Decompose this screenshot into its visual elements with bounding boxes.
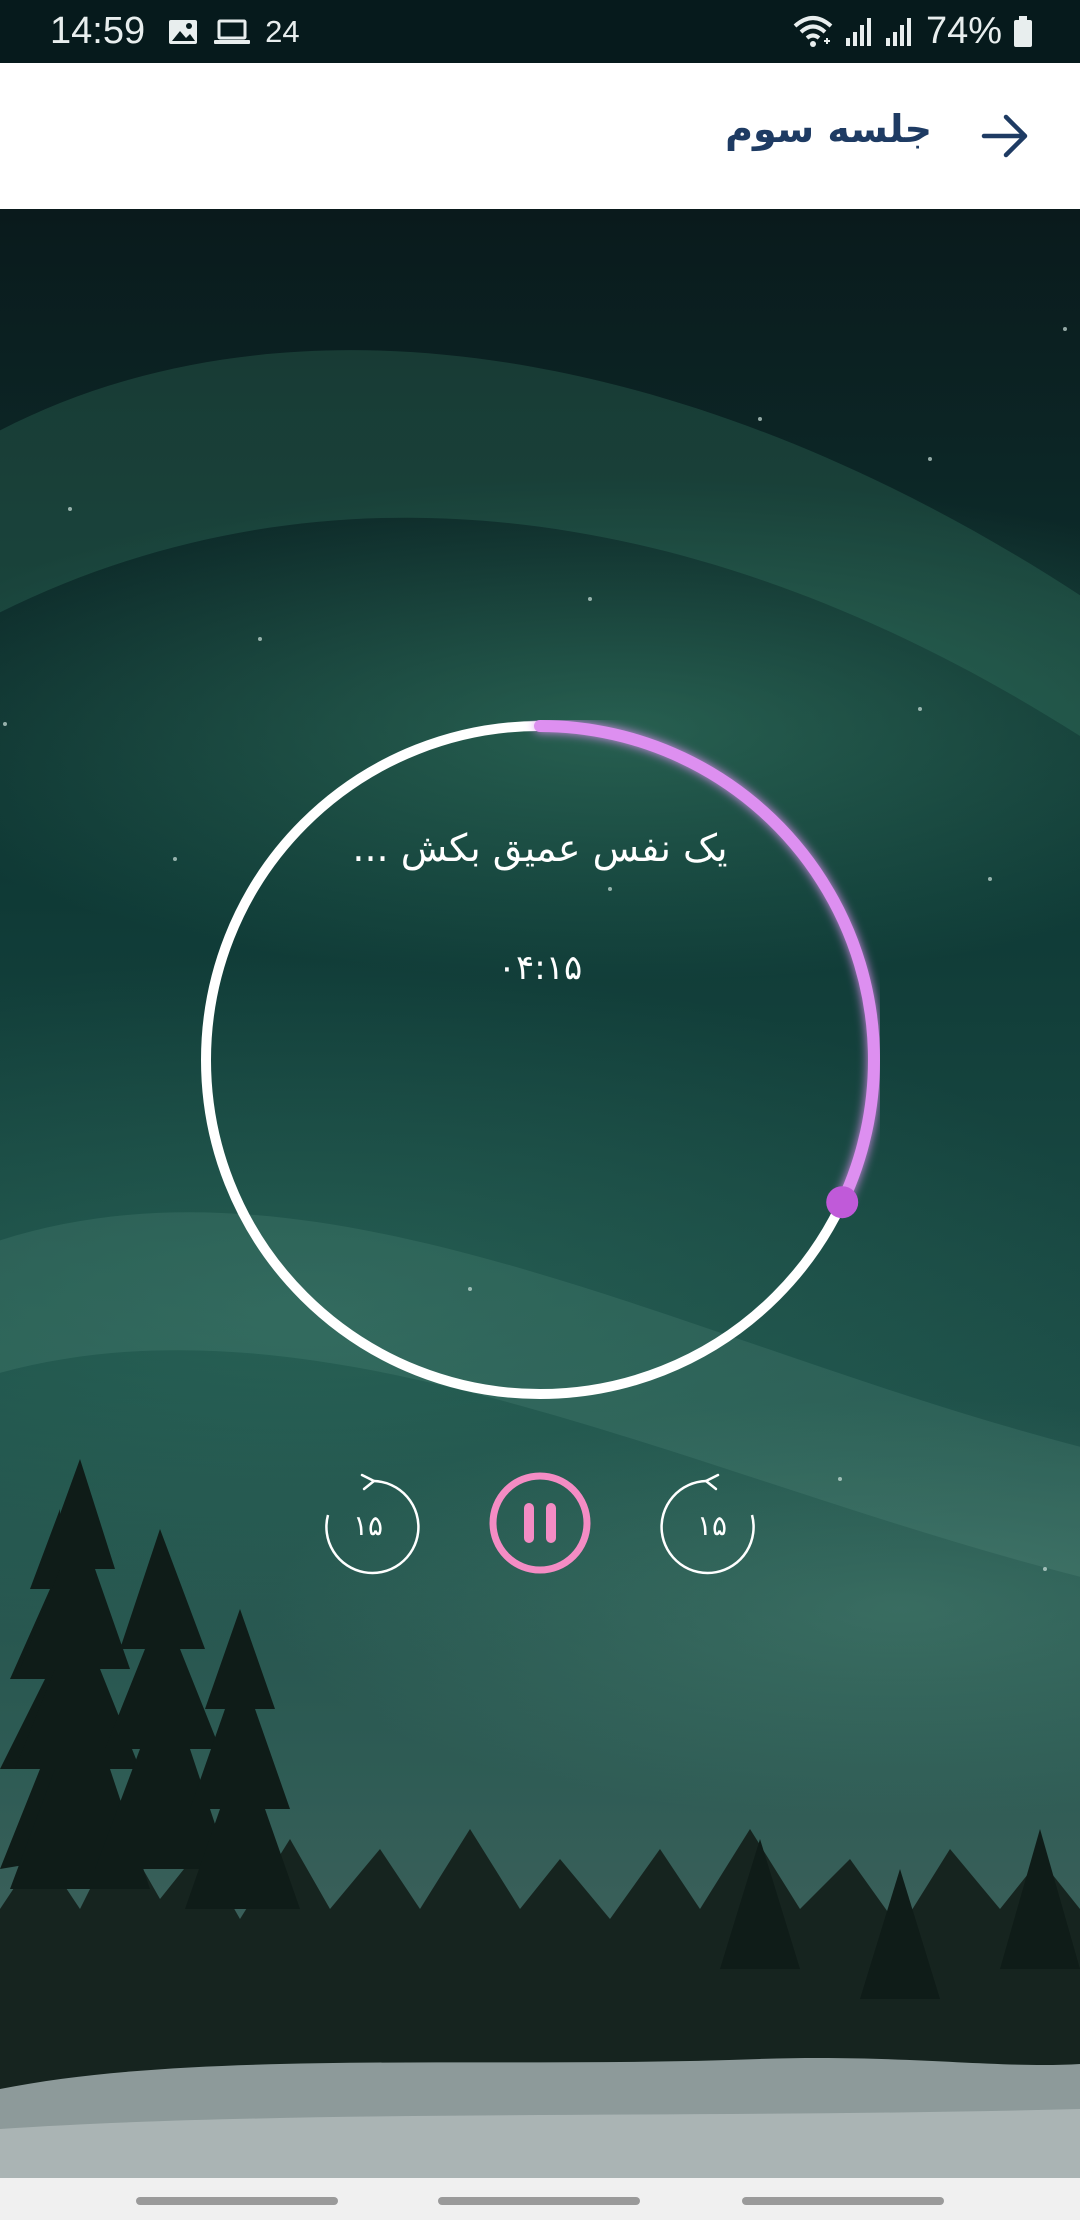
battery-icon — [1012, 15, 1034, 49]
pause-icon — [489, 1472, 591, 1574]
status-bar: 14:59 24 74% — [0, 0, 1080, 63]
laptop-icon — [213, 17, 251, 47]
system-nav-bar — [0, 2178, 1080, 2220]
session-progress-ring[interactable] — [200, 720, 880, 1400]
remaining-timer: ۰۴:۱۵ — [497, 948, 583, 988]
status-left: 14:59 24 — [50, 10, 300, 53]
progress-knob — [826, 1186, 859, 1219]
rewind-15-button[interactable]: ۱۵ — [316, 1473, 420, 1577]
notification-count: 24 — [265, 13, 300, 49]
rewind-label: ۱۵ — [352, 1508, 384, 1542]
signal-icon — [884, 16, 914, 48]
app-header: جلسه سوم — [0, 63, 1080, 209]
wifi-icon — [792, 14, 834, 50]
status-right: 74% — [782, 10, 1034, 53]
breath-instruction: یک نفس عمیق بکش ... — [352, 826, 728, 870]
nav-back-button[interactable] — [742, 2197, 944, 2205]
forward-label: ۱۵ — [696, 1508, 728, 1542]
session-title: جلسه سوم — [725, 107, 932, 151]
arrow-right-icon — [981, 114, 1028, 158]
battery-percent: 74% — [925, 10, 1002, 52]
nav-recents-button[interactable] — [136, 2197, 338, 2205]
status-time: 14:59 — [50, 10, 146, 52]
nav-home-button[interactable] — [438, 2197, 640, 2205]
back-button[interactable] — [980, 111, 1030, 161]
forward-15-button[interactable]: ۱۵ — [660, 1473, 764, 1577]
aurora-forest-background — [0, 209, 1080, 2178]
image-icon — [167, 17, 199, 47]
pause-button[interactable] — [488, 1471, 592, 1575]
signal-icon — [844, 16, 874, 48]
